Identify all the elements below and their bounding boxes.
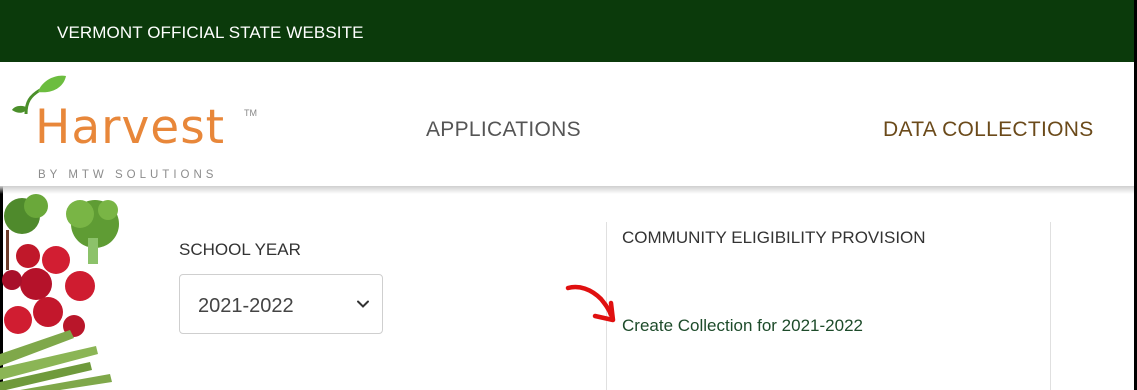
logo-byline: BY MTW SOLUTIONS bbox=[38, 169, 218, 181]
red-arrow-icon bbox=[565, 284, 616, 323]
school-year-value: 2021-2022 bbox=[198, 295, 294, 317]
logo-trademark: TM bbox=[244, 108, 257, 118]
school-year-label: SCHOOL YEAR bbox=[179, 240, 301, 259]
nav-data-collections[interactable]: DATA COLLECTIONS bbox=[883, 118, 1094, 142]
nav-applications[interactable]: APPLICATIONS bbox=[426, 118, 581, 142]
create-collection-link[interactable]: Create Collection for 2021-2022 bbox=[622, 316, 863, 336]
vegetables-image bbox=[0, 194, 119, 390]
chevron-down-icon bbox=[357, 300, 369, 308]
school-year-select[interactable]: 2021-2022 bbox=[179, 274, 383, 334]
header-divider bbox=[0, 186, 1134, 194]
state-banner: VERMONT OFFICIAL STATE WEBSITE bbox=[0, 0, 1134, 62]
logo-wordmark: Harvest bbox=[35, 100, 226, 155]
panel-divider-right bbox=[1050, 222, 1051, 390]
state-banner-title[interactable]: VERMONT OFFICIAL STATE WEBSITE bbox=[57, 23, 364, 43]
site-header: Harvest TM BY MTW SOLUTIONS APPLICATIONS… bbox=[0, 62, 1134, 186]
collection-title: COMMUNITY ELIGIBILITY PROVISION bbox=[622, 228, 926, 247]
harvest-logo[interactable]: Harvest TM BY MTW SOLUTIONS bbox=[12, 74, 262, 181]
